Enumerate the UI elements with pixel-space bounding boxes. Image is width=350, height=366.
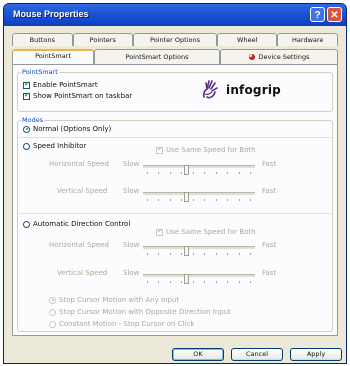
stop-opposite-direction-row[interactable]: Stop Cursor Motion with Opposite Directi… [49, 308, 231, 316]
stop-any-input-label: Stop Cursor Motion with Any Input [59, 296, 180, 304]
speed-inhibitor-vertical-slider-row: Vertical Speed Slow Fast [13, 187, 333, 203]
window-title: Mouse Properties [13, 9, 89, 19]
speed-inhibitor-same-speed-checkbox[interactable] [156, 145, 163, 154]
stop-any-input-radio[interactable] [49, 296, 56, 304]
tab-hardware[interactable]: Hardware [277, 33, 338, 46]
automatic-direction-vertical-slow-label: Slow [123, 269, 140, 277]
mode-automatic-direction-label: Automatic Direction Control [33, 220, 131, 228]
speed-inhibitor-same-speed-label: Use Same Speed for Both [166, 146, 256, 154]
divider [19, 137, 331, 138]
tab-pointsmart[interactable]: PointSmart [12, 49, 94, 64]
infogrip-hand-icon [202, 80, 218, 99]
mode-automatic-direction-row[interactable]: Automatic Direction Control [23, 220, 130, 228]
tab-buttons[interactable]: Buttons [12, 33, 73, 46]
speed-inhibitor-vertical-track[interactable] [143, 192, 255, 202]
speed-inhibitor-vertical-label: Vertical Speed [57, 187, 108, 195]
speed-inhibitor-horizontal-track[interactable] [143, 165, 255, 175]
pointsmart-group-label: PointSmart [21, 68, 59, 76]
mode-normal-label: Normal (Options Only) [33, 125, 112, 133]
mouse-properties-dialog: Mouse Properties ? ✕ Buttons Pointers Po… [3, 3, 347, 364]
show-on-taskbar-checkbox[interactable] [23, 91, 30, 100]
enable-pointsmart-row[interactable]: Enable PointSmart [23, 80, 98, 89]
show-on-taskbar-row[interactable]: Show PointSmart on taskbar [23, 91, 133, 100]
mode-speed-inhibitor-radio[interactable] [23, 142, 30, 150]
mode-normal-row[interactable]: Normal (Options Only) [23, 125, 111, 133]
automatic-direction-horizontal-slider-row: Horizontal Speed Slow Fast [13, 241, 333, 257]
constant-motion-radio[interactable] [49, 320, 56, 328]
automatic-direction-same-speed-row[interactable]: Use Same Speed for Both [156, 227, 256, 236]
modes-group-label: Modes [21, 116, 45, 124]
tab-row-bottom: PointSmart PointSmart Options ◕ Device Se… [12, 49, 338, 64]
automatic-direction-vertical-label: Vertical Speed [57, 269, 108, 277]
ok-button[interactable]: OK [172, 348, 224, 361]
automatic-direction-vertical-track[interactable] [143, 274, 255, 284]
speed-inhibitor-same-speed-row[interactable]: Use Same Speed for Both [156, 145, 256, 154]
speed-inhibitor-vertical-fast-label: Fast [262, 187, 277, 195]
pointsmart-panel: PointSmart Enable PointSmart Show PointS… [12, 64, 338, 336]
apply-button[interactable]: Apply [290, 348, 342, 361]
stop-opposite-direction-radio[interactable] [49, 308, 56, 316]
mode-speed-inhibitor-label: Speed Inhibitor [33, 142, 87, 150]
infogrip-logo-text: infogrip [226, 83, 281, 97]
enable-pointsmart-checkbox[interactable] [23, 80, 30, 89]
speed-inhibitor-horizontal-slider-row: Horizontal Speed Slow Fast [13, 160, 333, 176]
enable-pointsmart-label: Enable PointSmart [33, 81, 98, 89]
tab-wheel[interactable]: Wheel [216, 33, 278, 46]
automatic-direction-vertical-fast-label: Fast [262, 269, 277, 277]
show-on-taskbar-label: Show PointSmart on taskbar [33, 92, 133, 100]
tab-row-top: Buttons Pointers Pointer Options Wheel H… [12, 33, 338, 46]
automatic-direction-horizontal-ticks [147, 253, 251, 255]
constant-motion-row[interactable]: Constant Motion - Stop Cursor on Click [49, 320, 194, 328]
speed-inhibitor-vertical-ticks [147, 199, 251, 201]
speed-inhibitor-horizontal-label: Horizontal Speed [49, 160, 109, 168]
automatic-direction-horizontal-track[interactable] [143, 246, 255, 256]
automatic-direction-same-speed-label: Use Same Speed for Both [166, 228, 256, 236]
mode-normal-radio[interactable] [23, 125, 30, 133]
speed-inhibitor-horizontal-fast-label: Fast [262, 160, 277, 168]
automatic-direction-horizontal-fast-label: Fast [262, 241, 277, 249]
automatic-direction-vertical-ticks [147, 281, 251, 283]
stop-any-input-row[interactable]: Stop Cursor Motion with Any Input [49, 296, 179, 304]
speed-inhibitor-horizontal-slow-label: Slow [123, 160, 140, 168]
mode-speed-inhibitor-row[interactable]: Speed Inhibitor [23, 142, 86, 150]
tab-pointers[interactable]: Pointers [72, 33, 134, 46]
automatic-direction-horizontal-slow-label: Slow [123, 241, 140, 249]
close-button[interactable]: ✕ [327, 7, 342, 22]
title-bar[interactable]: Mouse Properties ? ✕ [4, 4, 346, 26]
automatic-direction-same-speed-checkbox[interactable] [156, 227, 163, 236]
tab-pointsmart-options[interactable]: PointSmart Options [94, 49, 220, 64]
tab-pointer-options[interactable]: Pointer Options [133, 33, 217, 46]
cancel-button[interactable]: Cancel [231, 348, 283, 361]
automatic-direction-horizontal-label: Horizontal Speed [49, 241, 109, 249]
infogrip-logo: infogrip [201, 80, 281, 100]
help-button[interactable]: ? [310, 7, 325, 22]
stop-opposite-direction-label: Stop Cursor Motion with Opposite Directi… [59, 308, 231, 316]
mode-automatic-direction-radio[interactable] [23, 220, 30, 228]
speed-inhibitor-horizontal-ticks [147, 172, 251, 174]
tab-device-settings[interactable]: ◕ Device Settings [220, 49, 338, 64]
constant-motion-label: Constant Motion - Stop Cursor on Click [59, 320, 195, 328]
speed-inhibitor-vertical-slow-label: Slow [123, 187, 140, 195]
device-settings-icon: ◕ [248, 52, 256, 61]
tab-device-settings-label: Device Settings [258, 53, 310, 61]
divider [19, 213, 331, 214]
automatic-direction-vertical-slider-row: Vertical Speed Slow Fast [13, 269, 333, 285]
